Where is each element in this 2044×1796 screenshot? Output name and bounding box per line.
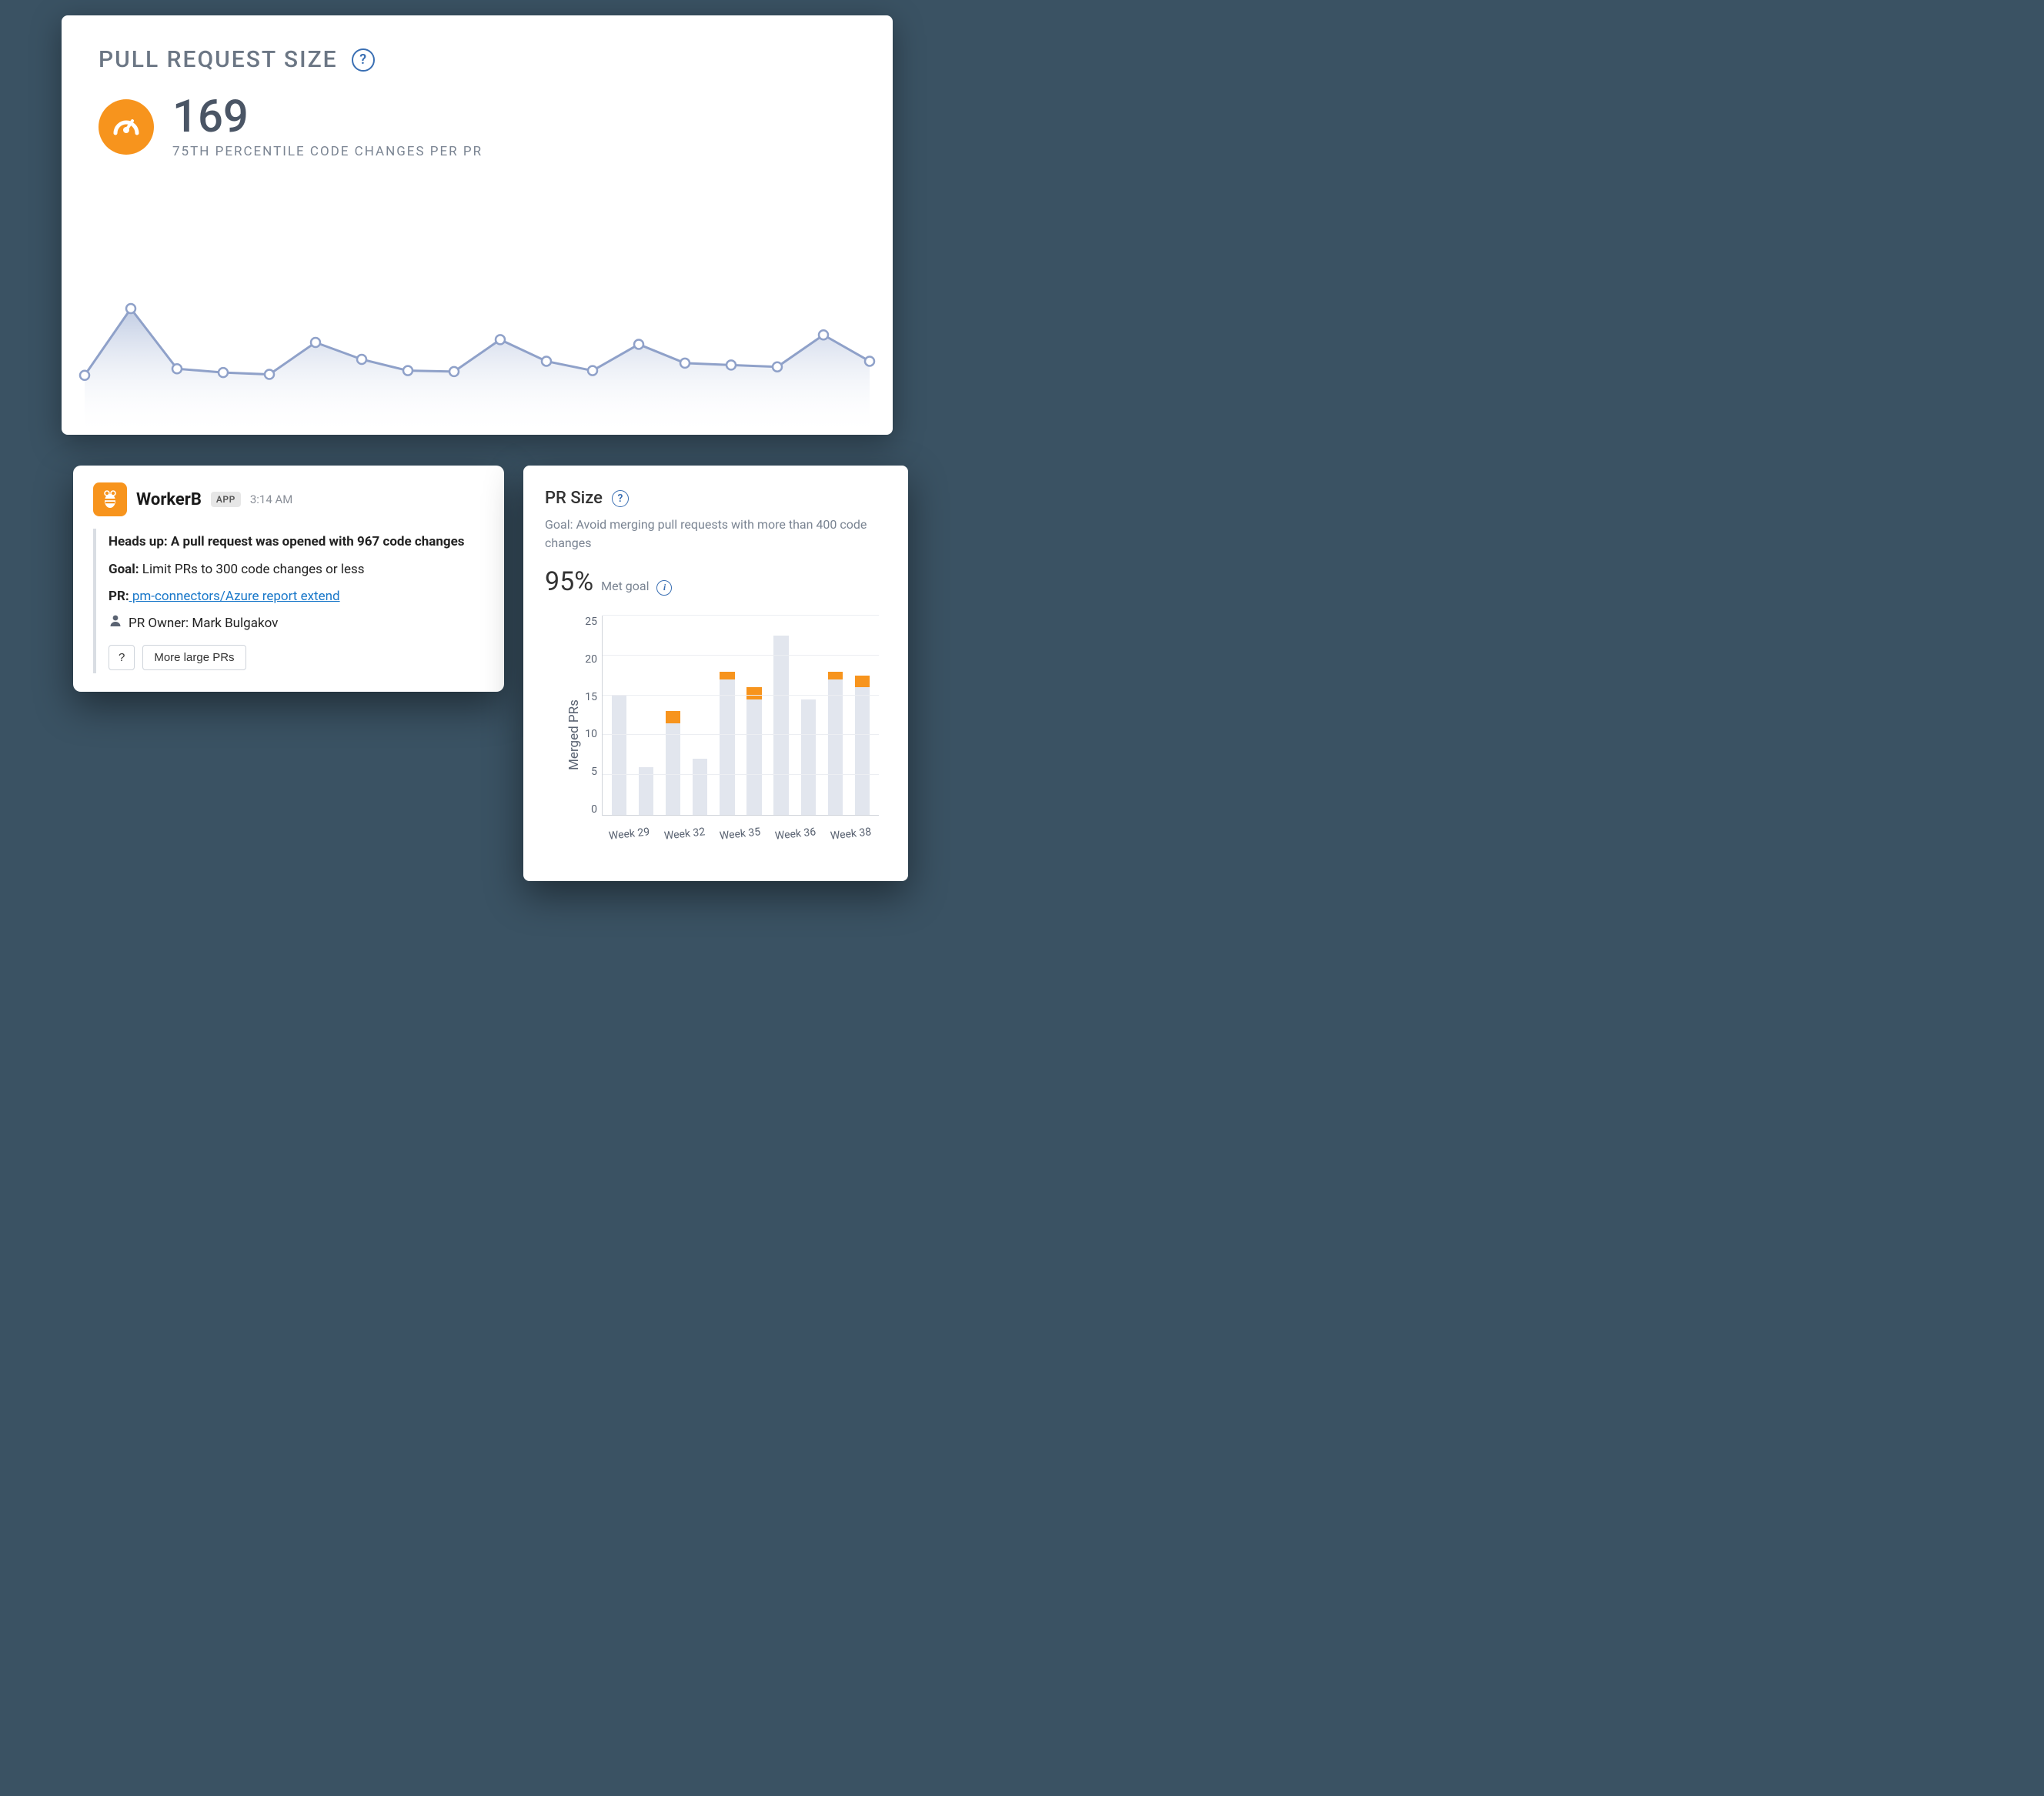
pr-size-summary-card: PULL REQUEST SIZE ? 169 75TH PERCENTILE … — [62, 15, 893, 435]
met-goal-percent: 95% — [545, 566, 593, 597]
bar-column — [688, 616, 712, 815]
bar-column — [797, 616, 820, 815]
prsize-goal-text: Goal: Avoid merging pull requests with m… — [545, 516, 887, 552]
goal-label: Goal: — [109, 562, 139, 577]
message-time: 3:14 AM — [250, 492, 293, 506]
y-tick: 10 — [574, 728, 597, 740]
x-tick: Week 29 — [600, 817, 659, 856]
bar-chart: Merged PRs 2520151050 Week 29Week 32Week… — [545, 616, 887, 854]
owner-name: Mark Bulgakov — [192, 616, 278, 631]
bar-column — [742, 616, 766, 815]
owner-label: PR Owner: — [129, 616, 192, 631]
bar-column — [607, 616, 631, 815]
app-badge: APP — [211, 492, 241, 507]
pr-link[interactable]: pm-connectors/Azure report extend — [129, 589, 340, 604]
y-tick: 15 — [574, 691, 597, 703]
pr-size-goal-card: PR Size ? Goal: Avoid merging pull reque… — [523, 466, 908, 881]
question-mark-icon[interactable]: ? — [352, 48, 375, 72]
y-tick: 20 — [574, 653, 597, 666]
bar-column — [634, 616, 658, 815]
pr-label: PR: — [109, 589, 129, 604]
app-name: WorkerB — [136, 490, 202, 509]
x-tick: Week 32 — [656, 817, 714, 856]
metric-value: 169 — [172, 95, 483, 139]
x-tick: Week 35 — [711, 817, 770, 856]
bar-column — [823, 616, 847, 815]
y-tick: 0 — [574, 803, 597, 816]
bar-column — [850, 616, 874, 815]
slack-notification-card: WorkerB APP 3:14 AM Heads up: A pull req… — [73, 466, 504, 692]
sparkline-chart — [62, 235, 893, 435]
met-goal-label: Met goal — [601, 579, 649, 593]
x-tick: Week 38 — [822, 817, 880, 856]
info-icon[interactable]: i — [656, 580, 672, 596]
help-button[interactable]: ? — [109, 645, 135, 670]
x-tick: Week 36 — [766, 817, 825, 856]
person-icon — [109, 613, 122, 634]
bee-icon — [93, 482, 127, 516]
bar-column — [661, 616, 685, 815]
heads-up-text: Heads up: A pull request was opened with… — [109, 532, 484, 552]
metric-subtitle: 75TH PERCENTILE CODE CHANGES PER PR — [172, 144, 483, 159]
goal-text: Limit PRs to 300 code changes or less — [139, 562, 365, 577]
y-tick: 25 — [574, 616, 597, 628]
bar-column — [770, 616, 793, 815]
card-title: PULL REQUEST SIZE — [99, 46, 338, 73]
y-tick: 5 — [574, 766, 597, 778]
question-mark-icon[interactable]: ? — [612, 490, 629, 507]
gauge-icon — [99, 99, 154, 155]
prsize-title: PR Size — [545, 489, 603, 508]
bar-column — [715, 616, 739, 815]
more-large-prs-button[interactable]: More large PRs — [142, 645, 245, 670]
